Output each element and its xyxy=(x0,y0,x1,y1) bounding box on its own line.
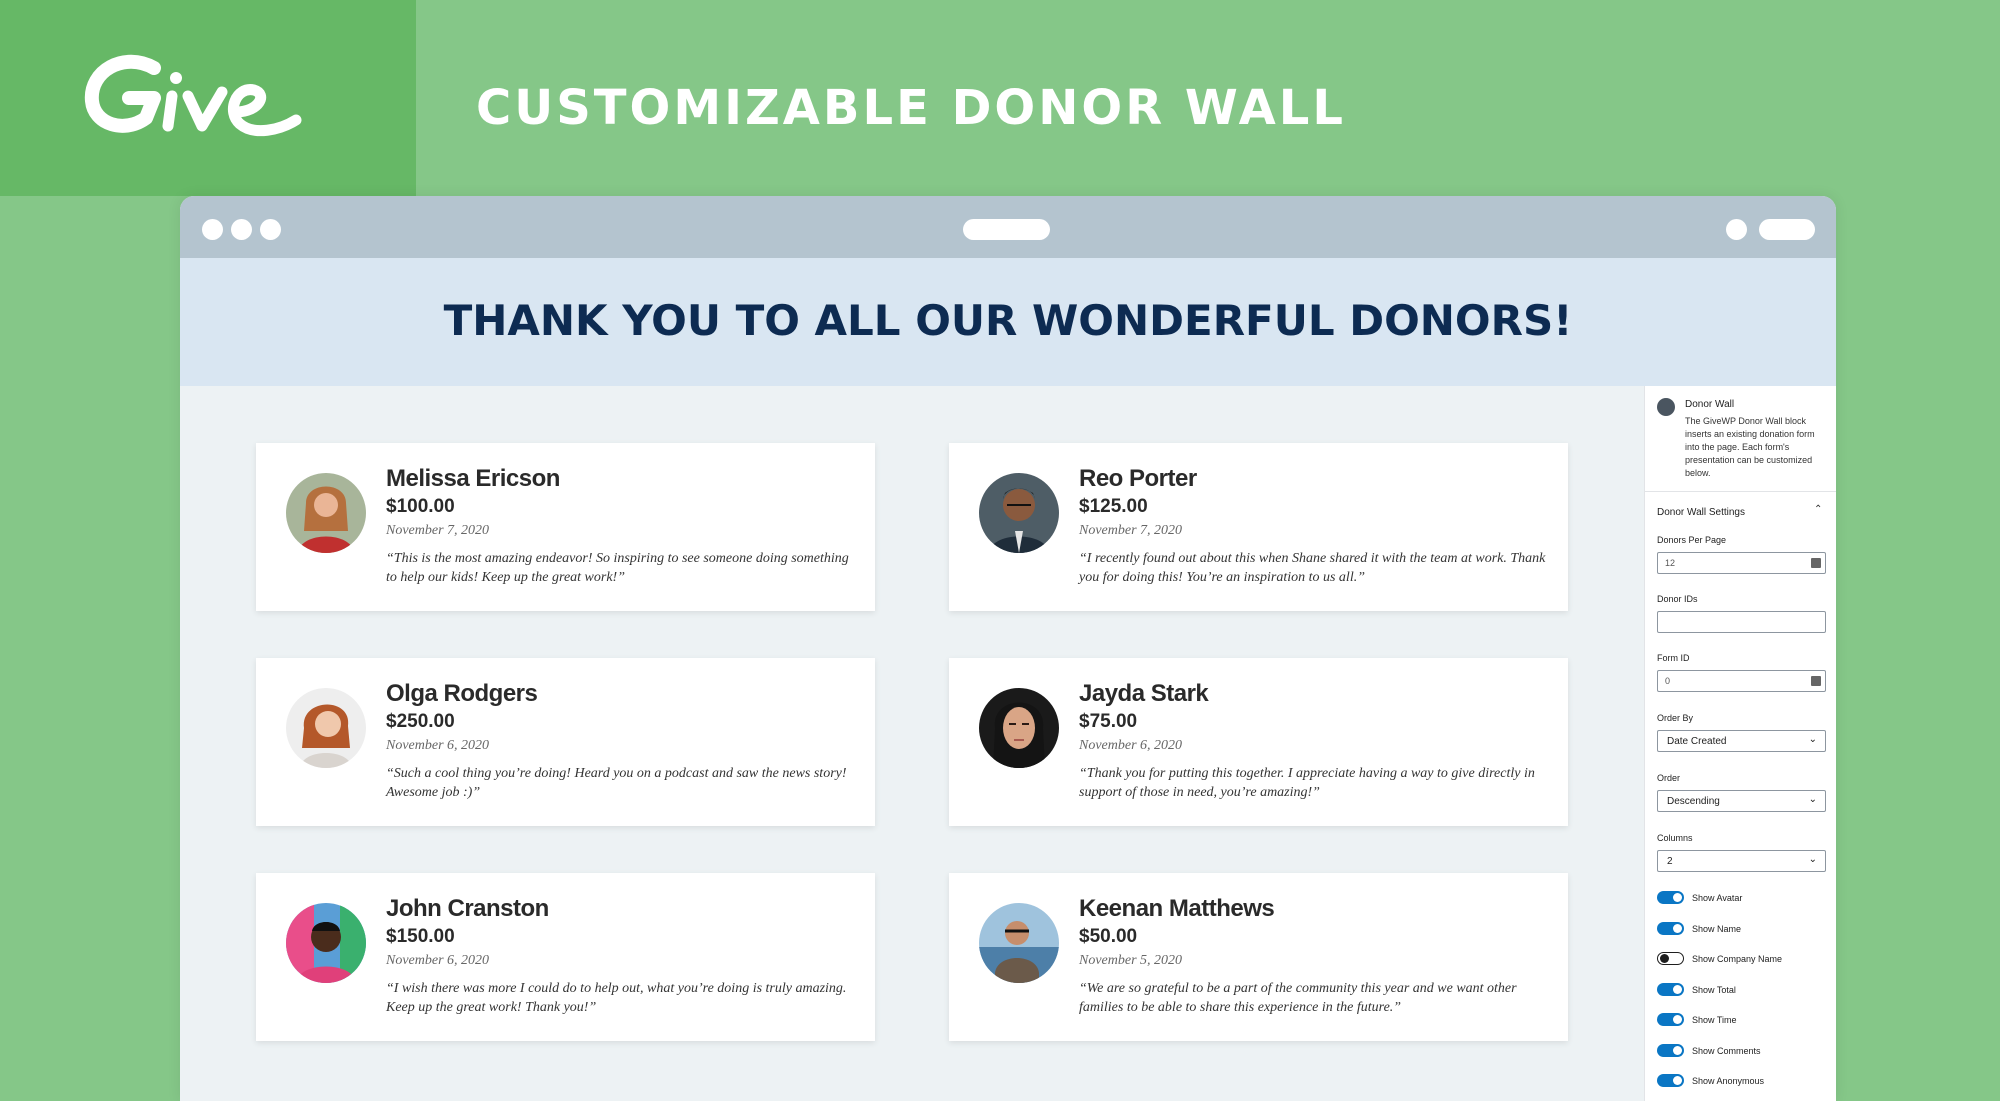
donors-per-page-value: 12 xyxy=(1665,558,1676,568)
donor-comment: “Such a cool thing you’re doing! Heard y… xyxy=(386,766,847,800)
window-dot-icon xyxy=(231,219,252,240)
show-time-label: Show Time xyxy=(1692,1015,1737,1025)
form-id-value: 0 xyxy=(1665,676,1671,686)
block-card: Donor Wall The GiveWP Donor Wall block i… xyxy=(1645,386,1836,492)
donor-card: John Cranston $150.00 November 6, 2020 “… xyxy=(256,873,875,1041)
donor-comment: “Thank you for putting this together. I … xyxy=(1079,766,1535,800)
donor-card: Jayda Stark $75.00 November 6, 2020 “Tha… xyxy=(949,658,1568,826)
donor-avatar xyxy=(286,903,366,983)
show-company-name-toggle[interactable] xyxy=(1657,952,1684,965)
donor-amount: $50.00 xyxy=(1079,926,1138,947)
donor-ids-input[interactable] xyxy=(1657,611,1826,633)
donor-card: Keenan Matthews $50.00 November 5, 2020 … xyxy=(949,873,1568,1041)
donor-wall-banner: THANK YOU TO ALL OUR WONDERFUL DONORS! xyxy=(180,258,1836,386)
order-by-select[interactable]: Date Created ⌄ xyxy=(1657,730,1826,752)
show-name-label: Show Name xyxy=(1692,924,1742,934)
donor-name: Jayda Stark xyxy=(1079,680,1209,707)
banner-title: THANK YOU TO ALL OUR WONDERFUL DONORS! xyxy=(443,296,1573,345)
window-dot-icon xyxy=(260,219,281,240)
show-total-toggle[interactable] xyxy=(1657,983,1684,996)
donor-name: Melissa Ericson xyxy=(386,465,560,492)
spinner-icon[interactable] xyxy=(1811,558,1821,568)
window-dot-icon xyxy=(202,219,223,240)
donor-name: John Cranston xyxy=(386,895,549,922)
donor-ids-label: Donor IDs xyxy=(1657,594,1698,604)
order-by-label: Order By xyxy=(1657,713,1694,723)
order-label: Order xyxy=(1657,773,1681,783)
donor-card: Olga Rodgers $250.00 November 6, 2020 “S… xyxy=(256,658,875,826)
show-avatar-label: Show Avatar xyxy=(1692,893,1743,903)
show-time-toggle[interactable] xyxy=(1657,1013,1684,1026)
donor-amount: $75.00 xyxy=(1079,711,1138,732)
donor-name: Olga Rodgers xyxy=(386,680,538,707)
donor-avatar xyxy=(979,903,1059,983)
logo-panel xyxy=(0,0,416,196)
donor-amount: $150.00 xyxy=(386,926,455,947)
donor-amount: $250.00 xyxy=(386,711,455,732)
donation-date: November 7, 2020 xyxy=(386,523,490,538)
columns-value: 2 xyxy=(1667,856,1673,867)
order-by-value: Date Created xyxy=(1667,736,1727,747)
chevron-down-icon: ⌄ xyxy=(1808,854,1817,865)
browser-chrome xyxy=(180,196,1836,258)
give-logo xyxy=(84,54,302,137)
donation-date: November 6, 2020 xyxy=(1079,738,1183,753)
show-company-name-label: Show Company Name xyxy=(1692,954,1783,964)
donation-date: November 6, 2020 xyxy=(386,738,490,753)
block-description: The GiveWP Donor Wall block inserts an e… xyxy=(1685,416,1815,478)
spinner-icon[interactable] xyxy=(1811,676,1821,686)
donor-card: Melissa Ericson $100.00 November 7, 2020… xyxy=(256,443,875,611)
show-comments-toggle[interactable] xyxy=(1657,1044,1684,1057)
donor-avatar xyxy=(286,688,366,768)
show-total-label: Show Total xyxy=(1692,985,1736,995)
show-anonymous-label: Show Anonymous xyxy=(1692,1076,1765,1086)
donor-amount: $100.00 xyxy=(386,496,455,517)
donor-avatar xyxy=(286,473,366,553)
donor-comment: “We are so grateful to be a part of the … xyxy=(1079,981,1517,1015)
columns-select[interactable]: 2 ⌄ xyxy=(1657,850,1826,872)
order-value: Descending xyxy=(1667,796,1720,807)
block-settings-sidebar: Donor Wall The GiveWP Donor Wall block i… xyxy=(1644,386,1836,1101)
donor-card: Reo Porter $125.00 November 7, 2020 “I r… xyxy=(949,443,1568,611)
show-avatar-toggle[interactable] xyxy=(1657,891,1684,904)
donor-comment: “This is the most amazing endeavor! So i… xyxy=(386,551,849,585)
page-headline: CUSTOMIZABLE DONOR WALL xyxy=(476,80,1346,136)
donor-avatar xyxy=(979,473,1059,553)
donor-comment: “I wish there was more I could do to hel… xyxy=(386,981,847,1015)
donation-date: November 6, 2020 xyxy=(386,953,490,968)
chevron-up-icon[interactable]: ⌃ xyxy=(1814,504,1822,515)
browser-window: THANK YOU TO ALL OUR WONDERFUL DONORS! M… xyxy=(180,196,1836,1101)
donor-amount: $125.00 xyxy=(1079,496,1148,517)
donor-name: Reo Porter xyxy=(1079,465,1197,492)
window-dot-icon xyxy=(1726,219,1747,240)
address-bar[interactable] xyxy=(963,219,1050,240)
donation-date: November 5, 2020 xyxy=(1079,953,1183,968)
donation-date: November 7, 2020 xyxy=(1079,523,1183,538)
block-icon xyxy=(1657,398,1675,416)
show-name-toggle[interactable] xyxy=(1657,922,1684,935)
donors-per-page-input[interactable]: 12 xyxy=(1657,552,1826,574)
donors-per-page-label: Donors Per Page xyxy=(1657,535,1727,545)
chevron-down-icon: ⌄ xyxy=(1808,734,1817,745)
donor-avatar xyxy=(979,688,1059,768)
show-comments-label: Show Comments xyxy=(1692,1046,1761,1056)
browser-menu-pill[interactable] xyxy=(1759,219,1815,240)
donor-comment: “I recently found out about this when Sh… xyxy=(1079,551,1546,585)
columns-label: Columns xyxy=(1657,833,1693,843)
order-select[interactable]: Descending ⌄ xyxy=(1657,790,1826,812)
show-anonymous-toggle[interactable] xyxy=(1657,1074,1684,1087)
form-id-input[interactable]: 0 xyxy=(1657,670,1826,692)
panel-title[interactable]: Donor Wall Settings xyxy=(1657,507,1745,518)
donor-name: Keenan Matthews xyxy=(1079,895,1275,922)
block-title: Donor Wall xyxy=(1685,399,1735,410)
chevron-down-icon: ⌄ xyxy=(1808,794,1817,805)
form-id-label: Form ID xyxy=(1657,653,1690,663)
